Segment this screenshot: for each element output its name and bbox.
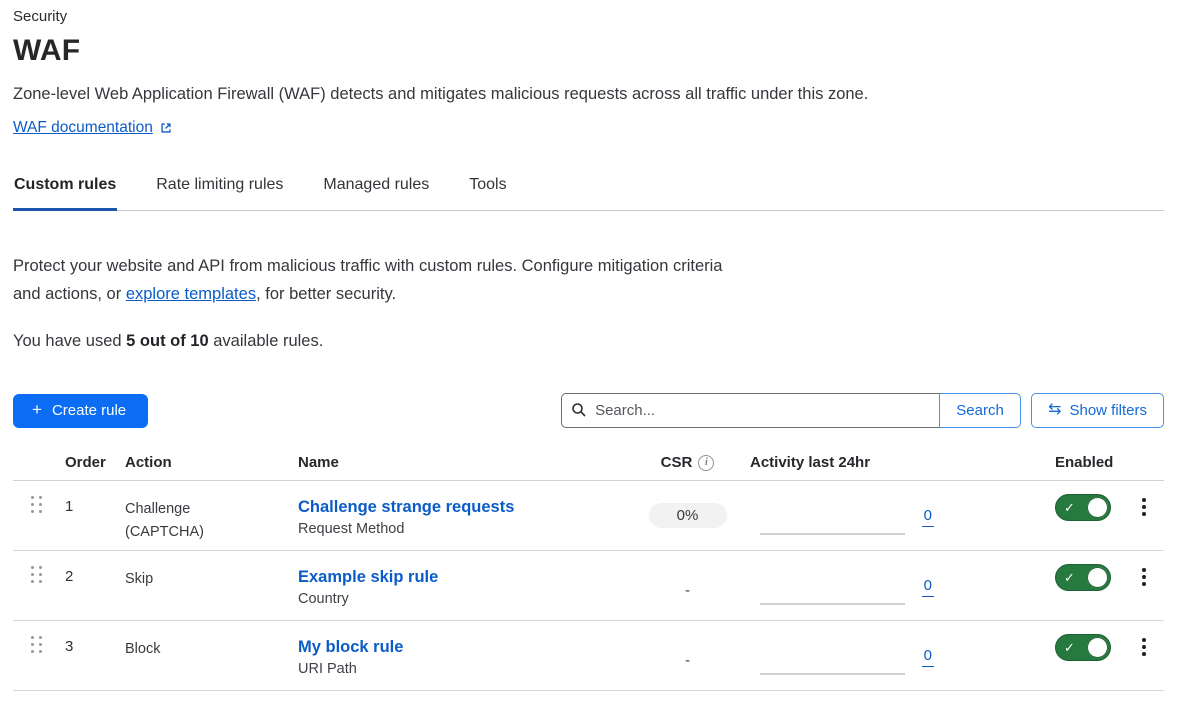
search-button[interactable]: Search (939, 393, 1021, 428)
usage-prefix: You have used (13, 332, 126, 350)
drag-handle-icon[interactable] (31, 566, 65, 583)
activity-sparkline (760, 533, 905, 535)
rule-action: Skip (125, 551, 298, 620)
rule-order: 1 (65, 481, 125, 550)
header-csr: CSR i (625, 454, 750, 471)
activity-sparkline (760, 673, 905, 675)
rule-name-link[interactable]: Challenge strange requests (298, 498, 514, 517)
create-rule-button[interactable]: + Create rule (13, 394, 148, 428)
check-icon: ✓ (1064, 501, 1075, 514)
plus-icon: + (32, 401, 42, 418)
header-order: Order (65, 454, 125, 471)
rule-order: 3 (65, 621, 125, 690)
header-action: Action (125, 454, 298, 471)
header-menu-spacer (1123, 454, 1164, 471)
rule-action-line1: Skip (125, 568, 298, 591)
intro-after: , for better security. (256, 285, 396, 303)
rule-action-line2: (CAPTCHA) (125, 521, 298, 544)
rule-action: Block (125, 621, 298, 690)
usage-text: You have used 5 out of 10 available rule… (13, 332, 1164, 351)
rule-action-line1: Block (125, 638, 298, 661)
breadcrumb: Security (13, 8, 1164, 25)
usage-suffix: available rules. (209, 332, 324, 350)
rule-name-link[interactable]: Example skip rule (298, 568, 438, 587)
page-description: Zone-level Web Application Firewall (WAF… (13, 85, 1164, 104)
table-row: 1 Challenge (CAPTCHA) Challenge strange … (13, 481, 1164, 551)
toggle-knob (1087, 497, 1108, 518)
intro-text: Protect your website and API from malici… (13, 252, 753, 308)
tab-bar: Custom rules Rate limiting rules Managed… (13, 170, 1164, 211)
header-csr-label: CSR (661, 454, 693, 471)
header-drag-spacer (13, 454, 65, 471)
tab-rate-limiting-rules[interactable]: Rate limiting rules (155, 170, 284, 211)
tab-managed-rules[interactable]: Managed rules (322, 170, 430, 211)
info-icon[interactable]: i (698, 455, 714, 471)
enabled-toggle[interactable]: ✓ (1055, 494, 1111, 521)
activity-sparkline (760, 603, 905, 605)
rules-table: Order Action Name CSR i Activity last 24… (13, 454, 1164, 691)
enabled-toggle[interactable]: ✓ (1055, 564, 1111, 591)
rule-order: 2 (65, 551, 125, 620)
kebab-menu-icon[interactable] (1136, 566, 1152, 620)
show-filters-button[interactable]: ⇆ Show filters (1031, 393, 1164, 428)
toggle-knob (1087, 567, 1108, 588)
table-header-row: Order Action Name CSR i Activity last 24… (13, 454, 1164, 481)
tab-tools[interactable]: Tools (468, 170, 507, 211)
search-input[interactable] (561, 393, 939, 428)
csr-value: 0% (649, 503, 727, 528)
drag-handle-icon[interactable] (31, 496, 65, 513)
page-title: WAF (13, 34, 1164, 68)
enabled-toggle[interactable]: ✓ (1055, 634, 1111, 661)
waf-documentation-link[interactable]: WAF documentation (13, 119, 153, 137)
header-activity: Activity last 24hr (750, 454, 948, 471)
header-name: Name (298, 454, 625, 471)
kebab-menu-icon[interactable] (1136, 496, 1152, 550)
table-body: 1 Challenge (CAPTCHA) Challenge strange … (13, 481, 1164, 691)
tab-custom-rules[interactable]: Custom rules (13, 170, 117, 211)
header-enabled: Enabled (948, 454, 1123, 471)
csr-value: - (685, 643, 690, 669)
activity-count-link[interactable]: 0 (922, 647, 934, 667)
activity-count-link[interactable]: 0 (922, 507, 934, 527)
rule-field: Request Method (298, 521, 625, 537)
rule-field: Country (298, 591, 625, 607)
toggle-knob (1087, 637, 1108, 658)
search-icon (571, 402, 587, 423)
create-rule-label: Create rule (52, 402, 126, 419)
drag-handle-icon[interactable] (31, 636, 65, 653)
activity-count-link[interactable]: 0 (922, 577, 934, 597)
table-row: 3 Block My block rule URI Path - 0 ✓ (13, 621, 1164, 691)
check-icon: ✓ (1064, 571, 1075, 584)
toolbar: + Create rule Search ⇆ Show filt (13, 393, 1164, 428)
external-link-icon (159, 121, 173, 135)
table-row: 2 Skip Example skip rule Country - 0 ✓ (13, 551, 1164, 621)
rule-action: Challenge (CAPTCHA) (125, 481, 298, 550)
swap-arrows-icon: ⇆ (1048, 402, 1061, 418)
rule-name-link[interactable]: My block rule (298, 638, 403, 657)
check-icon: ✓ (1064, 641, 1075, 654)
csr-value: - (685, 573, 690, 599)
explore-templates-link[interactable]: explore templates (126, 285, 256, 303)
rule-action-line1: Challenge (125, 498, 298, 521)
usage-count: 5 out of 10 (126, 332, 209, 350)
show-filters-label: Show filters (1069, 402, 1147, 419)
rule-field: URI Path (298, 661, 625, 677)
waf-page: Security WAF Zone-level Web Application … (0, 0, 1177, 691)
kebab-menu-icon[interactable] (1136, 636, 1152, 690)
